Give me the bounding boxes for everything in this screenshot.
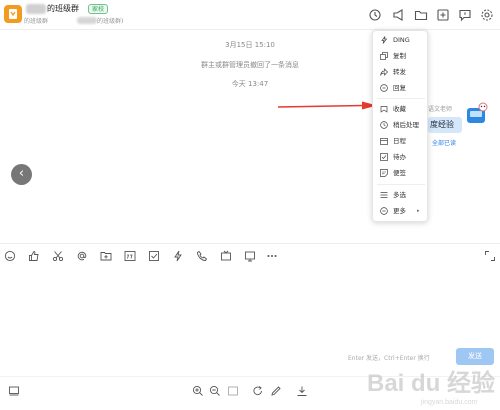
ding-icon [380, 36, 388, 44]
zoom-in-icon[interactable] [192, 385, 204, 397]
phone-icon[interactable] [196, 250, 208, 262]
lightning-icon[interactable] [172, 250, 184, 262]
calendar-icon [380, 137, 388, 145]
message-sender: 语文老师 [428, 106, 453, 113]
menu-item-multiselect[interactable]: 多选 [373, 188, 429, 202]
menu-item-label: DING [393, 36, 410, 44]
more-dots-icon[interactable] [266, 250, 278, 262]
todo-icon [380, 153, 388, 161]
menu-item-label: 回复 [393, 84, 406, 92]
later-icon [380, 121, 388, 129]
add-app-icon[interactable] [436, 7, 450, 21]
menu-item-todo[interactable]: 待办 [373, 150, 429, 164]
menu-divider [377, 184, 425, 185]
download-icon[interactable] [296, 385, 308, 397]
menu-item-label: 收藏 [393, 105, 406, 113]
edit-icon[interactable] [270, 385, 282, 397]
watermark-url: jingyan.baidu.com [420, 399, 478, 406]
chat-header: 的班级群 家校 的班级群 的班级群) [0, 0, 500, 30]
announcement-icon[interactable] [392, 7, 406, 21]
actual-size-icon[interactable] [227, 385, 239, 397]
message-bubble[interactable]: 度经验 [428, 117, 462, 133]
watermark-text: Bai du 经验 [367, 369, 495, 397]
red-arrow-annotation [278, 101, 377, 110]
menu-item-calendar[interactable]: 日程 [373, 134, 429, 148]
sender-avatar[interactable] [466, 102, 488, 124]
forward-icon [380, 68, 388, 76]
menu-item-forward[interactable]: 转发 [373, 65, 429, 79]
menu-item-note[interactable]: 便签 [373, 166, 429, 180]
menu-item-copy[interactable]: 复制 [373, 49, 429, 63]
folder-icon[interactable] [414, 7, 428, 21]
menu-item-label: 转发 [393, 68, 406, 76]
group-avatar[interactable] [4, 5, 22, 23]
group-subtitle: 的班级群 [24, 18, 49, 25]
menu-item-label: 日程 [393, 137, 406, 145]
menu-item-ding[interactable]: DING [373, 33, 429, 47]
zoom-out-icon[interactable] [209, 385, 221, 397]
read-status[interactable]: 全部已读 [432, 138, 456, 147]
menu-divider [377, 98, 425, 99]
menu-item-label: 稍后处理 [393, 121, 419, 129]
calendar-27-icon[interactable] [124, 250, 136, 262]
input-toolbar [0, 247, 500, 265]
checkbox-icon[interactable] [148, 250, 160, 262]
input-divider [0, 243, 500, 244]
back-arrow-button[interactable]: ‹ [11, 164, 32, 185]
menu-item-later[interactable]: 稍后处理 [373, 118, 429, 132]
rotate-icon[interactable] [252, 385, 264, 397]
live-icon[interactable] [220, 250, 232, 262]
menu-item-label: 多选 [393, 191, 406, 199]
thumbs-up-icon[interactable] [28, 250, 40, 262]
scissors-icon[interactable] [52, 250, 64, 262]
submenu-arrow: ▸ [417, 208, 420, 214]
folder-add-icon[interactable] [100, 250, 112, 262]
reply-icon [380, 84, 388, 92]
history-icon[interactable] [368, 7, 382, 21]
send-hint: Enter 发送，Ctrl+Enter 换行 [348, 355, 430, 362]
redacted-subname [77, 17, 97, 24]
more-icon [380, 207, 388, 215]
menu-item-favorite[interactable]: 收藏 [373, 102, 429, 116]
message-context-menu: DING 复制 转发 回复 收藏 稍后处理 日程 待办 便签 多选 更多 ▸ [372, 30, 428, 222]
menu-item-label: 待办 [393, 153, 406, 161]
screen-share-icon[interactable] [244, 250, 256, 262]
menu-item-label: 更多 [393, 207, 406, 215]
group-tag-badge: 家校 [88, 4, 109, 14]
message-icon[interactable] [458, 7, 472, 22]
menu-item-reply[interactable]: 回复 [373, 81, 429, 95]
redacted-name [26, 4, 46, 14]
screen-icon[interactable] [8, 385, 20, 397]
multiselect-icon [380, 191, 388, 199]
menu-item-label: 复制 [393, 52, 406, 60]
menu-item-label: 便签 [393, 169, 406, 177]
copy-icon [380, 52, 388, 60]
group-title[interactable]: 的班级群 [47, 3, 79, 14]
mention-icon[interactable] [76, 250, 88, 262]
menu-item-more[interactable]: 更多 ▸ [373, 204, 429, 218]
group-subtitle-suffix: 的班级群) [97, 18, 124, 25]
baidu-watermark: Bai du 经验 jingyan.baidu.com [367, 369, 495, 406]
favorite-icon [380, 105, 388, 113]
emoji-icon[interactable] [4, 250, 16, 262]
expand-icon[interactable] [484, 250, 496, 262]
note-icon [380, 169, 388, 177]
settings-icon[interactable] [480, 7, 494, 21]
